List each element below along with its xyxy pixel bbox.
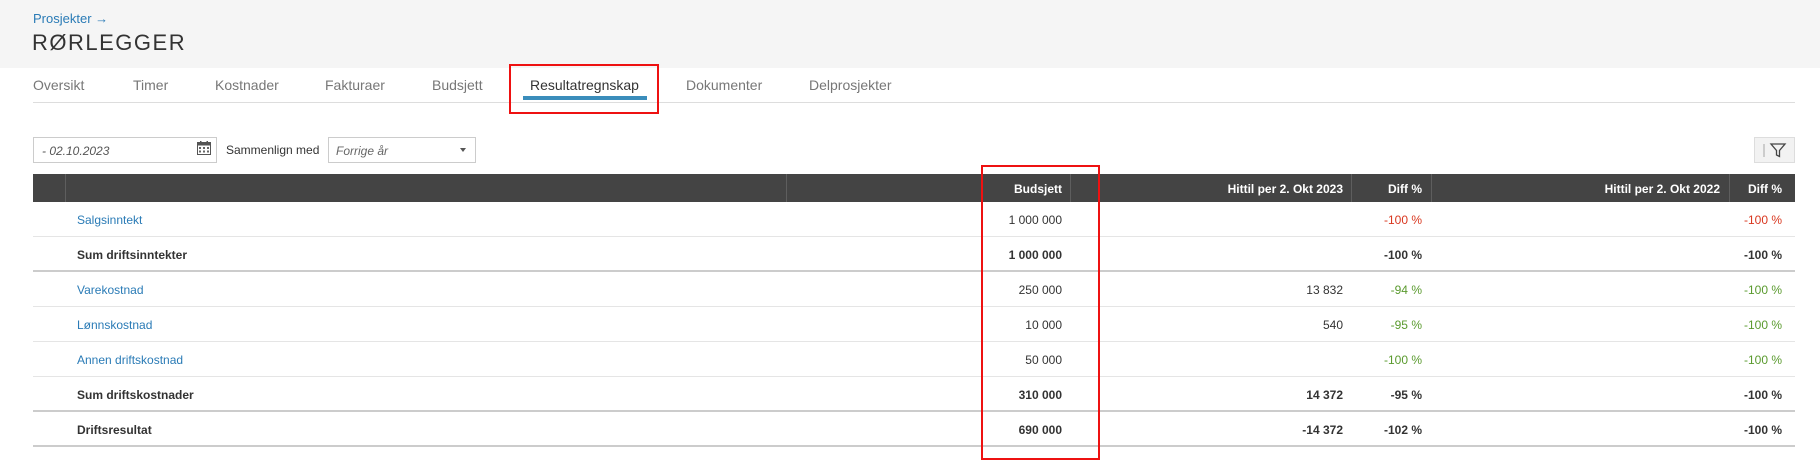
- ytd-current-cell: 14 372: [1306, 388, 1343, 402]
- table-row: Salgsinntekt 1 000 000 -100 % -100 %: [33, 202, 1795, 237]
- table-header: Budsjett Hittil per 2. Okt 2023 Diff % H…: [33, 174, 1795, 202]
- diff-previous-cell: -100 %: [1743, 283, 1782, 297]
- account-link[interactable]: Salgsinntekt: [77, 213, 142, 227]
- chevron-down-icon: [460, 148, 466, 152]
- account-link[interactable]: Annen driftskostnad: [77, 353, 183, 367]
- diff-current-cell: -94 %: [1390, 283, 1422, 297]
- diff-previous-cell: -100 %: [1743, 213, 1782, 227]
- tab-fakturaer[interactable]: Fakturaer: [325, 77, 385, 93]
- compare-label: Sammenlign med: [226, 143, 320, 157]
- diff-current-cell: -102 %: [1383, 423, 1422, 437]
- col-header-diff-previous[interactable]: Diff %: [1748, 182, 1782, 196]
- ytd-current-cell: -14 372: [1302, 423, 1343, 437]
- tab-bar: Oversikt Timer Kostnader Fakturaer Budsj…: [33, 68, 1795, 103]
- tab-delprosjekter[interactable]: Delprosjekter: [809, 77, 891, 93]
- sum-label: Sum driftsinntekter: [77, 248, 188, 262]
- account-link[interactable]: Lønnskostnad: [77, 318, 152, 332]
- col-header-diff-current[interactable]: Diff %: [1388, 182, 1422, 196]
- date-field[interactable]: - 02.10.2023: [33, 137, 217, 163]
- filter-button[interactable]: [1754, 137, 1795, 163]
- calendar-icon[interactable]: [197, 141, 211, 155]
- filter-icon: [1763, 143, 1787, 158]
- diff-previous-cell: -100 %: [1743, 388, 1782, 402]
- breadcrumb[interactable]: Prosjekter →: [33, 11, 108, 26]
- page-header: Prosjekter → RØRLEGGER: [0, 0, 1820, 68]
- diff-current-cell: -95 %: [1390, 388, 1422, 402]
- highlight-box-budget-column: [981, 165, 1100, 460]
- account-link[interactable]: Varekostnad: [77, 283, 144, 297]
- tab-dokumenter[interactable]: Dokumenter: [686, 77, 762, 93]
- diff-current-cell: -95 %: [1390, 318, 1422, 332]
- compare-select[interactable]: Forrige år: [328, 137, 476, 163]
- page-title: RØRLEGGER: [32, 30, 187, 55]
- table-row: Annen driftskostnad 50 000 -100 % -100 %: [33, 342, 1795, 377]
- diff-previous-cell: -100 %: [1743, 423, 1782, 437]
- highlight-box-tab: [509, 64, 659, 114]
- breadcrumb-projects-link[interactable]: Prosjekter: [33, 11, 92, 26]
- diff-current-cell: -100 %: [1383, 353, 1422, 367]
- table-row: Varekostnad 250 000 13 832 -94 % -100 %: [33, 272, 1795, 307]
- tab-budsjett[interactable]: Budsjett: [432, 77, 483, 93]
- diff-previous-cell: -100 %: [1743, 318, 1782, 332]
- table-row-result: Driftsresultat 690 000 -14 372 -102 % -1…: [33, 412, 1795, 447]
- ytd-current-cell: 540: [1322, 318, 1343, 332]
- diff-current-cell: -100 %: [1383, 248, 1422, 262]
- sum-label: Sum driftskostnader: [77, 388, 194, 402]
- tab-oversikt[interactable]: Oversikt: [33, 77, 84, 93]
- table-row-sum: Sum driftskostnader 310 000 14 372 -95 %…: [33, 377, 1795, 412]
- col-header-ytd-current[interactable]: Hittil per 2. Okt 2023: [1228, 182, 1343, 196]
- tab-kostnader[interactable]: Kostnader: [215, 77, 279, 93]
- diff-previous-cell: -100 %: [1743, 248, 1782, 262]
- col-header-ytd-previous[interactable]: Hittil per 2. Okt 2022: [1605, 182, 1720, 196]
- ytd-current-cell: 13 832: [1306, 283, 1343, 297]
- sum-label: Driftsresultat: [77, 423, 152, 437]
- diff-current-cell: -100 %: [1383, 213, 1422, 227]
- diff-previous-cell: -100 %: [1743, 353, 1782, 367]
- arrow-right-icon: →: [95, 11, 109, 26]
- table-row: Lønnskostnad 10 000 540 -95 % -100 %: [33, 307, 1795, 342]
- tab-timer[interactable]: Timer: [133, 77, 168, 93]
- table-row-sum: Sum driftsinntekter 1 000 000 -100 % -10…: [33, 237, 1795, 272]
